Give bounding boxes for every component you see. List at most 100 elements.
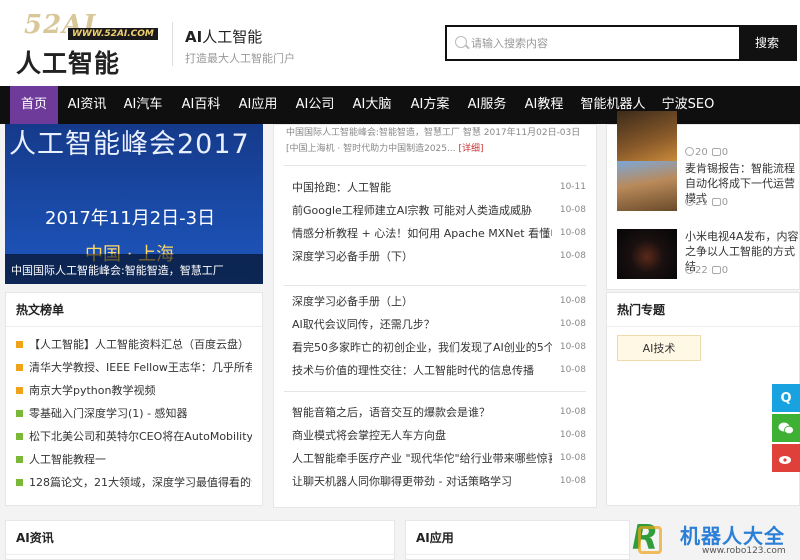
site-title-rest: 人工智能 xyxy=(202,28,263,46)
hot-article-title[interactable]: 人工智能教程一 xyxy=(29,453,106,466)
news-row[interactable]: 看完50多家昨亡的初创企业，我们发现了AI创业的5个行业潜 10-08 xyxy=(284,336,586,359)
hot-article-item[interactable]: 南京大学python教学视频 xyxy=(16,379,252,402)
news-date: 10-08 xyxy=(559,430,586,440)
hot-article-title[interactable]: 南京大学python教学视频 xyxy=(29,384,155,397)
hot-article-item[interactable]: 零基础入门深度学习(1) - 感知器 xyxy=(16,402,252,425)
nav-item-ai-wiki[interactable]: AI百科 xyxy=(176,86,226,124)
side-article[interactable]: 麦肯锡报告：智能流程自动化将成下一代运营模式 21 0 xyxy=(617,161,797,211)
ai-apps-section: AI应用 xyxy=(405,520,630,560)
news-date: 10-08 xyxy=(559,342,586,352)
article-thumbnail[interactable] xyxy=(617,229,677,279)
article-thumbnail[interactable] xyxy=(617,161,677,211)
news-row[interactable]: 人工智能牵手医疗产业 "现代华佗"给行业带来哪些惊喜 10-08 xyxy=(284,447,586,470)
logo-url-badge: WWW.52AI.COM xyxy=(68,28,158,40)
news-row[interactable]: 让聊天机器人同你聊得更带劲 - 对话策略学习 10-08 xyxy=(284,470,586,493)
news-title[interactable]: 前Google工程师建立AI宗教 可能对人类造成威胁 xyxy=(292,199,552,222)
nav-item-ai-news[interactable]: AI资讯 xyxy=(62,86,112,124)
wechat-icon[interactable] xyxy=(772,414,800,442)
nav-item-ai-companies[interactable]: AI公司 xyxy=(290,86,340,124)
news-title[interactable]: 技术与价值的理性交往：人工智能时代的信息传播 xyxy=(292,359,552,382)
featured-banner[interactable]: 人工智能峰会2017 2017年11月2日-3日 中国 · 上海 中国国际人工智… xyxy=(5,124,263,284)
hot-article-item[interactable]: 人工智能教程一 xyxy=(16,448,252,471)
news-date: 10-08 xyxy=(559,453,586,463)
news-row[interactable]: 前Google工程师建立AI宗教 可能对人类造成威胁 10-08 xyxy=(284,199,586,222)
lead-more-link[interactable]: [详细] xyxy=(458,144,483,154)
news-title[interactable]: 看完50多家昨亡的初创企业，我们发现了AI创业的5个行业潜 xyxy=(292,336,552,359)
hot-article-title[interactable]: 【人工智能】人工智能资料汇总（百度云盘） xyxy=(29,338,249,351)
site-logo[interactable]: 52AI WWW.52AI.COM 人工智能 xyxy=(14,10,164,78)
article-comments: 0 xyxy=(721,197,729,208)
news-date: 10-08 xyxy=(559,365,586,375)
views-icon xyxy=(685,265,694,274)
side-article[interactable]: 小米电视4A发布，内容之争以人工智能的方式结 22 0 xyxy=(617,229,799,279)
header-divider xyxy=(172,22,173,66)
news-row[interactable]: AI取代会议同传，还需几步？ 10-08 xyxy=(284,313,586,336)
news-title[interactable]: 商业模式将会掌控无人车方向盘 xyxy=(292,424,552,447)
ai-apps-section-title: AI应用 xyxy=(406,521,629,555)
news-title[interactable]: 智能音箱之后，语音交互的爆款会是谁？ xyxy=(292,401,552,424)
news-title[interactable]: 让聊天机器人同你聊得更带劲 - 对话策略学习 xyxy=(292,470,552,493)
news-title[interactable]: 人工智能牵手医疗产业 "现代华佗"给行业带来哪些惊喜 xyxy=(292,447,552,470)
nav-item-ai-solutions[interactable]: AI方案 xyxy=(405,86,455,124)
views-icon xyxy=(685,197,694,206)
search-box: 搜索 xyxy=(445,25,797,61)
news-date: 10-08 xyxy=(559,476,586,486)
news-row[interactable]: 技术与价值的理性交往：人工智能时代的信息传播 10-08 xyxy=(284,359,586,382)
news-date: 10-08 xyxy=(559,407,586,417)
site-title-prefix: AI xyxy=(185,28,203,46)
news-date: 10-08 xyxy=(559,205,586,215)
news-row[interactable]: 深度学习必备手册（下） 10-08 xyxy=(284,245,586,268)
nav-item-home[interactable]: 首页 xyxy=(10,86,58,124)
news-date: 10-11 xyxy=(559,182,586,192)
hot-article-item[interactable]: 松下北美公司和英特尔CEO将在AutoMobility LA(TM) xyxy=(16,425,252,448)
nav-item-ai-tutorials[interactable]: AI教程 xyxy=(519,86,569,124)
news-row[interactable]: 智能音箱之后，语音交互的爆款会是谁？ 10-08 xyxy=(284,401,586,424)
logo-main-text: 人工智能 xyxy=(16,49,121,78)
bullet-icon xyxy=(16,410,23,417)
search-button[interactable]: 搜索 xyxy=(739,27,795,59)
watermark-text: 机器人大全 xyxy=(680,524,785,548)
lead-summary: 中国国际人工智能峰会:智能智造，智慧工厂 智慧 2017年11月02日-03日 … xyxy=(286,125,586,157)
article-thumbnail[interactable] xyxy=(617,111,677,161)
news-row[interactable]: 中国抢跑：人工智能 10-11 xyxy=(284,176,586,199)
news-title[interactable]: 深度学习必备手册（下） xyxy=(292,245,552,268)
news-group-1: 中国抢跑：人工智能 10-11 前Google工程师建立AI宗教 可能对人类造成威… xyxy=(284,165,586,268)
side-article[interactable]: 20 0 xyxy=(617,111,797,161)
hot-article-title[interactable]: 松下北美公司和英特尔CEO将在AutoMobility LA(TM) xyxy=(29,430,252,443)
news-group-3: 智能音箱之后，语音交互的爆款会是谁？ 10-08 商业模式将会掌控无人车方向盘 10… xyxy=(284,391,586,493)
news-title[interactable]: 情感分析教程 + 心法！如何用 Apache MXNet 看懂电影影评 xyxy=(292,222,552,245)
nav-item-ai-brain[interactable]: AI大脑 xyxy=(347,86,397,124)
hot-articles-title: 热文榜单 xyxy=(6,293,262,327)
news-row[interactable]: 商业模式将会掌控无人车方向盘 10-08 xyxy=(284,424,586,447)
hot-article-title[interactable]: 清华大学教授、IEEE Fellow王志华：几乎所有AI，到 xyxy=(29,361,252,374)
news-row[interactable]: 情感分析教程 + 心法！如何用 Apache MXNet 看懂电影影评 10-08 xyxy=(284,222,586,245)
article-meta: 20 0 xyxy=(685,147,728,158)
nav-item-ai-apps[interactable]: AI应用 xyxy=(233,86,283,124)
nav-item-ai-auto[interactable]: AI汽车 xyxy=(118,86,168,124)
banner-caption: 中国国际人工智能峰会:智能智造，智慧工厂 xyxy=(11,264,224,277)
article-comments: 0 xyxy=(721,265,729,276)
hot-article-item[interactable]: 128篇论文，21大领域，深度学习最值得看的资源全在 xyxy=(16,471,252,494)
article-meta: 22 0 xyxy=(685,265,728,276)
news-date: 10-08 xyxy=(559,228,586,238)
news-list-panel: 中国国际人工智能峰会:智能智造，智慧工厂 智慧 2017年11月02日-03日 … xyxy=(273,124,597,508)
ai-news-section-title: AI资讯 xyxy=(6,521,394,555)
side-articles-panel: 20 0 麦肯锡报告：智能流程自动化将成下一代运营模式 21 0 小米电视4A发布，… xyxy=(606,111,800,290)
banner-caption-bar: 中国国际人工智能峰会:智能智造，智慧工厂 xyxy=(5,254,263,284)
article-views: 21 xyxy=(695,197,708,208)
news-title[interactable]: 中国抢跑：人工智能 xyxy=(292,176,552,199)
news-title[interactable]: AI取代会议同传，还需几步？ xyxy=(292,313,552,336)
qq-icon[interactable]: Q xyxy=(772,384,800,412)
hot-article-title[interactable]: 零基础入门深度学习(1) - 感知器 xyxy=(29,407,188,420)
nav-item-ai-services[interactable]: AI服务 xyxy=(462,86,512,124)
hot-article-title[interactable]: 128篇论文，21大领域，深度学习最值得看的资源全在 xyxy=(29,476,252,489)
weibo-icon[interactable] xyxy=(772,444,800,472)
news-date: 10-08 xyxy=(559,319,586,329)
search-input[interactable] xyxy=(471,33,741,53)
news-row[interactable]: 深度学习必备手册（上） 10-08 xyxy=(284,290,586,313)
news-title[interactable]: 深度学习必备手册（上） xyxy=(292,290,552,313)
topic-tag-ai-tech[interactable]: AI技术 xyxy=(617,335,701,361)
hot-articles-panel: 热文榜单 【人工智能】人工智能资料汇总（百度云盘） 清华大学教授、IEEE Fe… xyxy=(5,292,263,506)
hot-article-item[interactable]: 【人工智能】人工智能资料汇总（百度云盘） xyxy=(16,333,252,356)
hot-article-item[interactable]: 清华大学教授、IEEE Fellow王志华：几乎所有AI，到 xyxy=(16,356,252,379)
